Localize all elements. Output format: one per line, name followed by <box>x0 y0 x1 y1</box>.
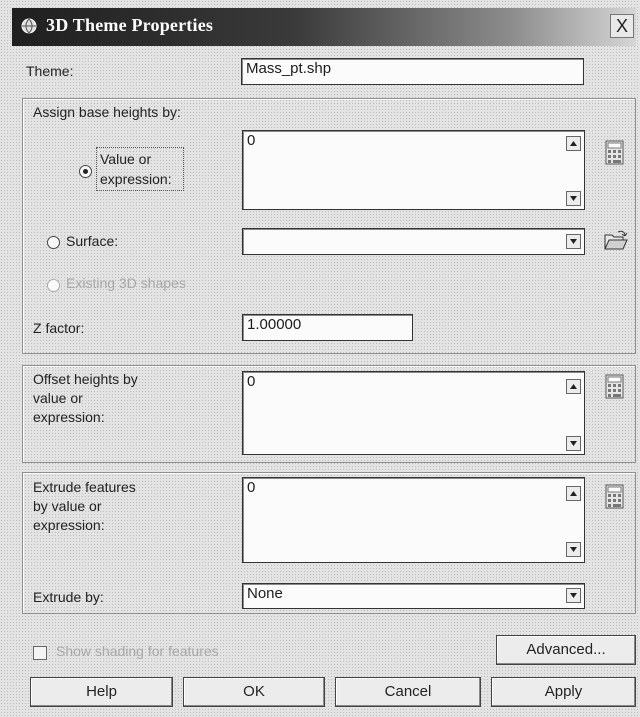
help-button[interactable]: Help <box>30 677 173 707</box>
arrow-down-icon[interactable] <box>566 542 581 557</box>
close-button[interactable]: X <box>610 14 634 38</box>
z-factor-field[interactable]: 1.00000 <box>242 314 413 341</box>
theme-field: Mass_pt.shp <box>241 58 584 85</box>
radio-surface[interactable] <box>47 236 60 249</box>
extrude-label: Extrude features by value or expression: <box>33 479 136 533</box>
base-heights-label: Assign base heights by: <box>33 104 181 120</box>
calculator-icon[interactable] <box>605 140 625 166</box>
title-bar[interactable]: 3D Theme Properties X <box>12 8 636 46</box>
extrude-expression-value: 0 <box>247 479 256 496</box>
theme-label: Theme: <box>26 63 74 79</box>
offset-label: Offset heights by value or expression: <box>33 371 138 425</box>
arrow-up-icon[interactable] <box>566 379 581 394</box>
offset-expression-value: 0 <box>247 373 256 390</box>
extrude-by-dropdown[interactable]: None <box>242 583 585 609</box>
arrow-down-icon[interactable] <box>566 191 581 206</box>
open-folder-icon[interactable] <box>603 229 629 253</box>
existing-option-label: Existing 3D shapes <box>66 275 186 291</box>
extrude-by-label: Extrude by: <box>33 589 104 605</box>
close-icon: X <box>615 16 628 36</box>
window-title: 3D Theme Properties <box>46 15 214 35</box>
z-factor-value: 1.00000 <box>247 316 302 333</box>
calculator-icon[interactable] <box>605 374 625 400</box>
dropdown-arrow-icon[interactable] <box>566 588 581 603</box>
theme-value: Mass_pt.shp <box>246 60 332 77</box>
globe-icon <box>21 18 37 34</box>
radio-value-or-expression[interactable] <box>79 165 92 178</box>
value-option-label: Value or expression: <box>96 147 184 191</box>
advanced-button[interactable]: Advanced... <box>496 635 636 665</box>
ok-button[interactable]: OK <box>183 677 325 707</box>
arrow-up-icon[interactable] <box>566 136 581 151</box>
extrude-by-value: None <box>247 585 283 602</box>
radio-existing-3d-shapes[interactable] <box>47 279 60 292</box>
arrow-up-icon[interactable] <box>566 486 581 501</box>
cancel-button[interactable]: Cancel <box>335 677 481 707</box>
base-expression-field[interactable]: 0 <box>242 130 585 210</box>
arrow-down-icon[interactable] <box>566 436 581 451</box>
dropdown-arrow-icon[interactable] <box>566 234 581 249</box>
shading-label: Show shading for features <box>56 643 219 659</box>
extrude-expression-field[interactable]: 0 <box>242 477 585 563</box>
surface-dropdown[interactable] <box>242 228 585 255</box>
surface-option-label: Surface: <box>66 233 119 249</box>
apply-button[interactable]: Apply <box>491 677 636 707</box>
shading-checkbox[interactable] <box>33 646 47 660</box>
z-factor-label: Z factor: <box>33 320 85 336</box>
offset-expression-field[interactable]: 0 <box>242 371 585 455</box>
base-expression-value: 0 <box>247 132 256 149</box>
calculator-icon[interactable] <box>605 484 625 510</box>
